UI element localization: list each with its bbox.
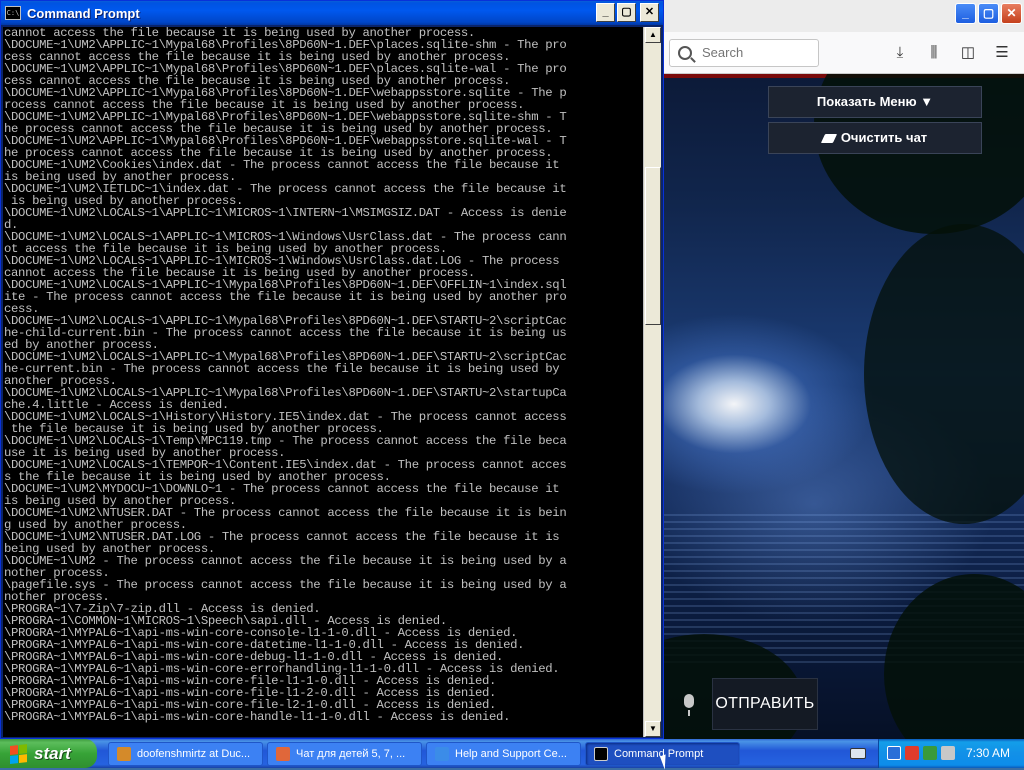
sidebar-icon[interactable]: ◫: [959, 44, 977, 62]
search-input[interactable]: [702, 45, 812, 60]
send-button[interactable]: ОТПРАВИТЬ: [712, 678, 818, 730]
clock[interactable]: 7:30 AM: [966, 746, 1010, 760]
console-line: \PROGRA~1\MYPAL6~1\api-ms-win-core-handl…: [4, 710, 511, 724]
search-icon: [678, 45, 692, 60]
cmd-icon[interactable]: C:\: [5, 6, 21, 20]
system-tray: 7:30 AM: [878, 739, 1024, 768]
browser-window[interactable]: _ ▢ ✕ ⤓ ⫼ ◫ ☰ Показать Меню ▼ Очистить ч…: [664, 0, 1024, 739]
vertical-scrollbar[interactable]: ▲ ▼: [643, 27, 661, 737]
browser-maximize-button[interactable]: ▢: [978, 3, 999, 24]
console-line: \DOCUME~1\UM2\LOCALS~1\APPLIC~1\MICROS~1…: [4, 206, 567, 220]
browser-close-button[interactable]: ✕: [1001, 3, 1022, 24]
browser-titlebar[interactable]: _ ▢ ✕: [664, 0, 1024, 32]
network-connection-icon[interactable]: [923, 746, 937, 760]
clear-chat-label: Очистить чат: [840, 130, 928, 145]
volume-icon[interactable]: [941, 746, 955, 760]
console-text: cannot access the file because it is bei…: [3, 27, 643, 723]
taskbar-item-duckduckgo[interactable]: doofenshmirtz at Duc...: [108, 742, 263, 766]
search-box[interactable]: [669, 38, 819, 67]
taskbar-item-chat[interactable]: Чат для детей 5, 7, ...: [267, 742, 422, 766]
cmd-icon: [594, 747, 608, 761]
browser-minimize-button[interactable]: _: [955, 3, 976, 24]
start-button[interactable]: start: [0, 739, 97, 768]
cmd-title: Command Prompt: [27, 5, 140, 21]
taskbar: start doofenshmirtz at Duc... Чат для де…: [0, 739, 1024, 768]
start-label: start: [34, 743, 71, 763]
clear-chat-button[interactable]: Очистить чат: [768, 122, 982, 154]
network-icon[interactable]: [887, 746, 901, 760]
windows-logo-icon: [10, 743, 28, 764]
browser-icon: [117, 747, 131, 761]
cmd-titlebar[interactable]: C:\ Command Prompt _ ▢ ✕: [1, 1, 663, 25]
browser-icon: [276, 747, 290, 761]
show-menu-button[interactable]: Показать Меню ▼: [768, 86, 982, 118]
close-button[interactable]: ✕: [640, 3, 659, 22]
download-icon[interactable]: ⤓: [891, 44, 909, 62]
minimize-button[interactable]: _: [596, 3, 615, 22]
keyboard-icon[interactable]: [850, 748, 866, 759]
console-line: ite - The process cannot access the file…: [4, 290, 567, 304]
scroll-up-arrow-icon[interactable]: ▲: [645, 27, 661, 43]
command-prompt-window[interactable]: C:\ Command Prompt _ ▢ ✕ cannot access t…: [0, 0, 664, 739]
hamburger-menu-icon[interactable]: ☰: [993, 44, 1011, 62]
eraser-icon: [820, 134, 837, 143]
library-icon[interactable]: ⫼: [925, 44, 943, 62]
microphone-icon[interactable]: [674, 684, 704, 722]
maximize-button[interactable]: ▢: [617, 3, 636, 22]
help-icon: [435, 747, 449, 761]
security-shield-icon[interactable]: [905, 746, 919, 760]
taskbar-item-help-support[interactable]: Help and Support Ce...: [426, 742, 581, 766]
console-output[interactable]: cannot access the file because it is bei…: [3, 27, 643, 737]
chat-page: Показать Меню ▼ Очистить чат ОТПРАВИТЬ: [664, 74, 1024, 739]
scroll-thumb[interactable]: [645, 167, 661, 325]
scroll-down-arrow-icon[interactable]: ▼: [645, 721, 661, 737]
browser-toolbar: ⤓ ⫼ ◫ ☰: [664, 32, 1024, 74]
palm-foliage-right: [864, 224, 1024, 524]
